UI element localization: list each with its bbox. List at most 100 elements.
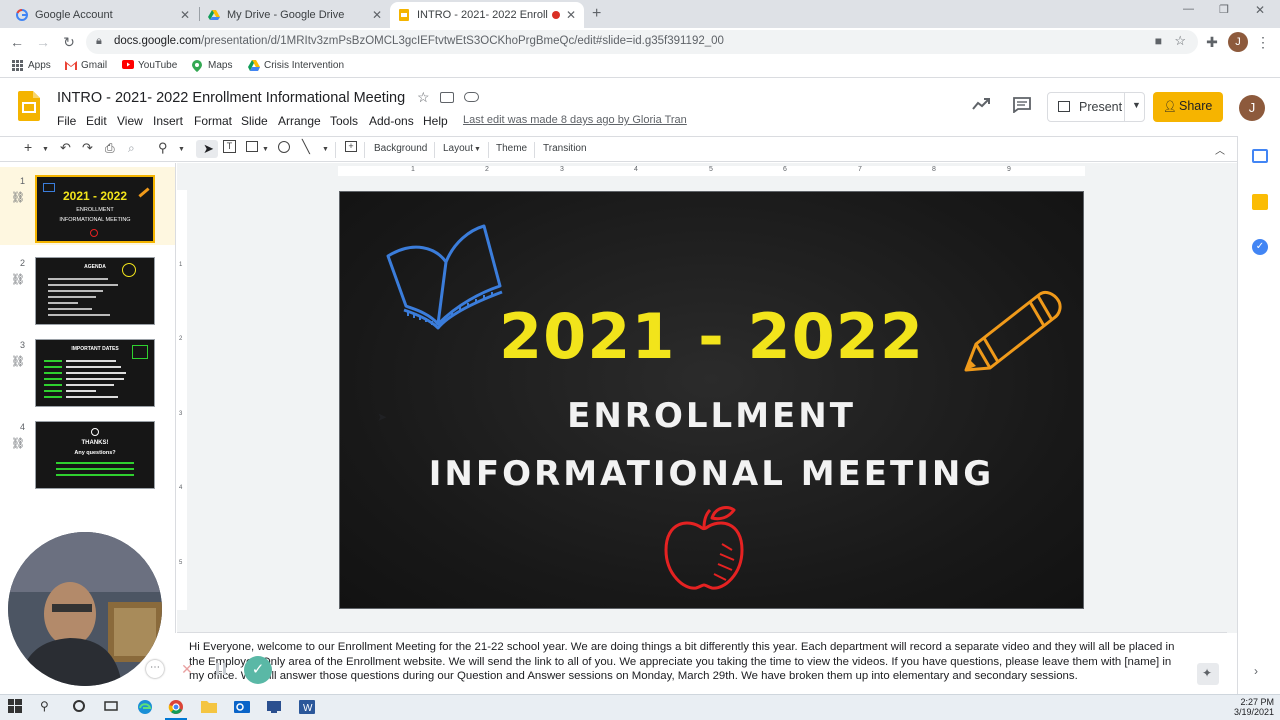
bookmark-youtube[interactable]: YouTube (122, 60, 177, 71)
expand-panel-icon[interactable]: › (1254, 664, 1258, 678)
speaker-notes[interactable]: Hi Everyone, welcome to our Enrollment M… (177, 632, 1227, 694)
remote-desktop-icon[interactable] (266, 699, 284, 717)
new-slide-dropdown-icon[interactable]: ▼ (42, 146, 49, 153)
shape-icon[interactable] (278, 141, 290, 153)
cloud-saved-icon[interactable] (464, 92, 479, 102)
bookmark-apps[interactable]: Apps (12, 60, 51, 71)
speaker-notes-text[interactable]: Hi Everyone, welcome to our Enrollment M… (189, 640, 1189, 684)
undo-icon[interactable]: ↶ (60, 140, 71, 156)
menu-insert[interactable]: Insert (153, 114, 183, 128)
bookmark-gmail[interactable]: Gmail (65, 60, 107, 71)
slide-thumbnail-1[interactable]: 1 ⛓︎ 2021 - 2022 ENROLLMENT INFORMATIONA… (0, 167, 175, 245)
menu-arrange[interactable]: Arrange (278, 114, 321, 128)
last-edit-link[interactable]: Last edit was made 8 days ago by Gloria … (463, 114, 687, 126)
outlook-icon[interactable] (234, 699, 252, 717)
star-icon[interactable]: ☆ (417, 89, 430, 106)
recorder-pause-icon[interactable] (213, 661, 229, 677)
minimize-window-button[interactable]: — (1183, 3, 1194, 15)
cortana-icon[interactable] (72, 699, 90, 717)
word-icon[interactable]: W (299, 699, 317, 717)
menu-edit[interactable]: Edit (86, 114, 107, 128)
redo-icon[interactable]: ↷ (82, 140, 93, 156)
bookmark-maps[interactable]: Maps (192, 60, 232, 72)
zoom-dropdown-icon[interactable]: ▼ (178, 146, 185, 153)
reload-button[interactable]: ↻ (60, 33, 78, 51)
address-bar[interactable]: 🔒︎ docs.google.com/presentation/d/1MRItv… (86, 30, 1198, 54)
slide-thumbnail-preview: 2021 - 2022 ENROLLMENT INFORMATIONAL MEE… (35, 175, 155, 243)
tab-intro-slides[interactable]: INTRO - 2021- 2022 Enrollm ✕ (390, 2, 584, 28)
menu-addons[interactable]: Add-ons (369, 114, 414, 128)
tasks-icon[interactable]: ✓ (1252, 239, 1268, 255)
menu-tools[interactable]: Tools (330, 114, 358, 128)
document-title[interactable]: INTRO - 2021- 2022 Enrollment Informatio… (57, 90, 405, 106)
collapse-toolbar-icon[interactable]: ︿ (1215, 142, 1225, 157)
menu-view[interactable]: View (117, 114, 143, 128)
task-view-icon[interactable] (104, 699, 122, 717)
chrome-icon[interactable] (165, 699, 187, 720)
present-dropdown-icon[interactable]: ▼ (1132, 100, 1141, 110)
close-tab-icon[interactable]: ✕ (566, 8, 576, 22)
menu-file[interactable]: File (57, 114, 76, 128)
theme-button[interactable]: Theme (496, 143, 527, 154)
activity-trend-icon[interactable] (972, 97, 990, 115)
link-icon: ⛓︎ (11, 274, 25, 286)
keep-icon[interactable] (1252, 194, 1268, 210)
close-tab-icon[interactable]: ✕ (372, 8, 382, 22)
image-dropdown-icon[interactable]: ▼ (262, 146, 269, 153)
slide-thumbnail-2[interactable]: 2 ⛓︎ AGENDA (0, 249, 175, 327)
forward-button[interactable]: → (34, 33, 52, 51)
extensions-puzzle-icon[interactable]: ✚ (1203, 33, 1221, 51)
edge-icon[interactable] (137, 699, 155, 717)
layout-dropdown-icon[interactable]: ▼ (474, 146, 481, 153)
add-comment-icon[interactable]: + (345, 141, 357, 152)
transition-button[interactable]: Transition (543, 143, 587, 154)
print-icon[interactable]: ⎙ (105, 141, 115, 156)
account-avatar[interactable]: J (1239, 95, 1265, 121)
recorder-cancel-icon[interactable]: ✕ (178, 660, 196, 678)
tab-my-drive[interactable]: My Drive - Google Drive ✕ (200, 2, 390, 28)
share-button[interactable]: 👤︎ Share (1153, 92, 1223, 122)
background-button[interactable]: Background (374, 143, 427, 154)
new-slide-icon[interactable]: + (24, 139, 32, 155)
slides-logo-icon[interactable] (18, 91, 40, 121)
slide-number: 2 (20, 258, 26, 268)
slide-thumbnail-3[interactable]: 3 ⛓︎ IMPORTANT DATES (0, 331, 175, 409)
close-tab-icon[interactable]: ✕ (180, 8, 190, 22)
camera-icon[interactable]: ■ (1155, 34, 1162, 48)
select-tool-active[interactable]: ➤ (196, 140, 218, 158)
windows-start-icon[interactable] (8, 699, 26, 717)
calendar-icon[interactable] (1252, 149, 1268, 163)
back-button[interactable]: ← (8, 33, 26, 51)
text-box-icon[interactable]: T (223, 140, 236, 153)
recorder-more-icon[interactable]: ⋯ (146, 660, 164, 678)
present-button[interactable]: Present ▼ (1047, 92, 1145, 122)
zoom-icon[interactable]: ⚲ (158, 140, 168, 156)
move-folder-icon[interactable] (440, 92, 454, 103)
vertical-ruler: 1 2 3 4 5 (177, 190, 187, 610)
close-window-button[interactable]: ✕ (1255, 3, 1265, 17)
menu-format[interactable]: Format (194, 114, 232, 128)
webcam-video-bubble[interactable] (8, 532, 162, 686)
recorder-done-button[interactable]: ✓ (244, 656, 272, 684)
taskbar-clock[interactable]: 2:27 PM 3/19/2021 (1222, 697, 1274, 717)
paint-format-icon[interactable]: ⌕ (128, 141, 135, 156)
browser-menu-icon[interactable]: ⋮ (1254, 33, 1272, 51)
bookmark-crisis-intervention[interactable]: Crisis Intervention (248, 60, 344, 71)
layout-button[interactable]: Layout (443, 143, 473, 154)
file-explorer-icon[interactable] (201, 699, 219, 717)
current-slide[interactable]: 2021 - 2022 ENROLLMENT INFORMATIONAL MEE… (339, 191, 1084, 609)
maximize-window-button[interactable]: ❐ (1219, 3, 1229, 16)
new-tab-button[interactable]: + (592, 5, 601, 23)
line-icon[interactable]: ╲ (302, 139, 310, 155)
bookmark-star-icon[interactable]: ☆ (1174, 33, 1186, 49)
menu-slide[interactable]: Slide (241, 114, 268, 128)
profile-avatar[interactable]: J (1228, 32, 1248, 52)
tab-google-account[interactable]: Google Account ✕ (8, 2, 198, 28)
comments-icon[interactable] (1013, 97, 1031, 118)
search-icon[interactable]: ⚲ (40, 699, 58, 717)
line-dropdown-icon[interactable]: ▼ (322, 146, 329, 153)
insert-image-icon[interactable] (246, 141, 258, 152)
menu-help[interactable]: Help (423, 114, 448, 128)
slide-thumbnail-4[interactable]: 4 ⛓︎ THANKS! Any questions? (0, 413, 175, 491)
notes-explore-button[interactable]: ✦ (1197, 663, 1219, 685)
